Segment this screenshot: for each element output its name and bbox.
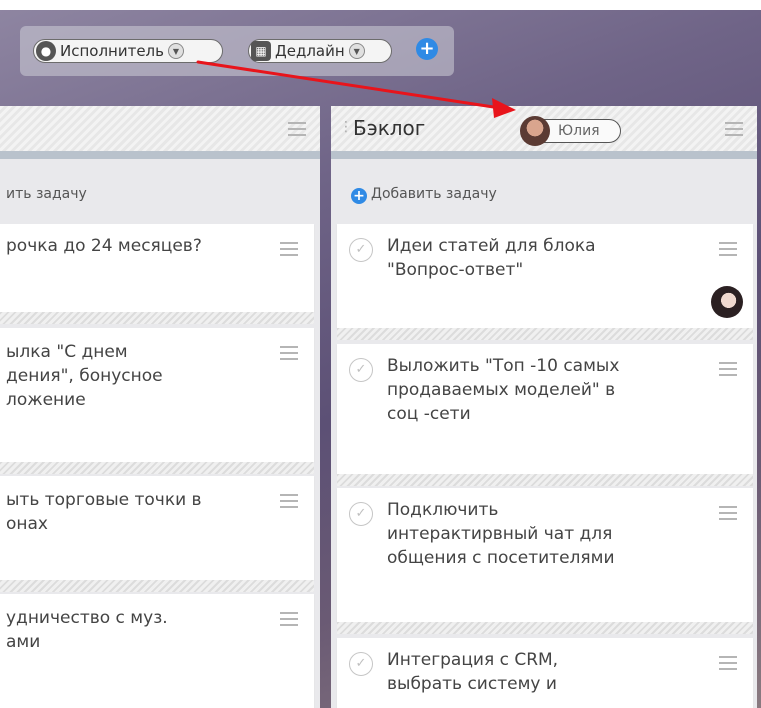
add-task-link[interactable]: + Добавить задачу <box>351 186 497 204</box>
assignee-filter-label: Исполнитель <box>60 42 164 60</box>
task-card[interactable]: ыть торговые точки в онах <box>0 476 314 580</box>
column-title: Бэклог <box>353 116 426 140</box>
task-card-text-line: Интеграция с CRM, <box>387 650 559 670</box>
column-header: ⋮⋮ Бэклог Юлия <box>331 106 757 151</box>
avatar <box>520 116 550 146</box>
column-backlog: ⋮⋮ Бэклог Юлия + Добавить задачу ✓ Идеи с… <box>331 106 757 708</box>
task-card-text-line: ложение <box>6 390 86 410</box>
deadline-filter[interactable]: ▦ Дедлайн ▼ <box>248 39 392 63</box>
task-card-text-line: Подключить <box>387 500 499 520</box>
user-chip-label: Юлия <box>558 123 600 139</box>
complete-checkbox-icon[interactable]: ✓ <box>349 238 373 262</box>
column-header-underline <box>331 151 757 159</box>
card-menu-icon[interactable] <box>280 494 298 508</box>
plus-icon: + <box>351 188 367 204</box>
column-header-underline <box>0 151 320 159</box>
filter-bar: ● Исполнитель ▼ ▦ Дедлайн ▼ + <box>20 26 454 76</box>
card-menu-icon[interactable] <box>719 242 737 256</box>
task-card-text-line: Идеи статей для блока <box>387 236 596 256</box>
task-card-text-line: удничество с муз. <box>6 608 168 628</box>
chevron-down-icon: ▼ <box>168 43 184 59</box>
calendar-icon: ▦ <box>251 41 271 61</box>
task-card-text-line: Выложить "Топ -10 самых <box>387 356 620 376</box>
card-menu-icon[interactable] <box>280 612 298 626</box>
card-separator <box>337 474 753 486</box>
task-card-text-line: рочка до 24 месяцев? <box>6 236 202 256</box>
add-task-link[interactable]: ить задачу <box>6 186 87 202</box>
card-separator <box>337 622 753 634</box>
user-chip[interactable]: Юлия <box>520 116 621 146</box>
column-menu-icon[interactable] <box>725 122 743 136</box>
task-card-text-line: "Вопрос-ответ" <box>387 260 524 280</box>
card-separator <box>0 462 314 474</box>
column-menu-icon[interactable] <box>288 122 306 136</box>
add-task-label: Добавить задачу <box>371 186 497 202</box>
task-card-text-line: общения с посетителями <box>387 548 615 568</box>
column-left: ить задачу рочка до 24 месяцев? ылка "С … <box>0 106 320 708</box>
task-card-text-line: онах <box>6 514 48 534</box>
top-strip <box>0 0 761 10</box>
person-icon: ● <box>36 41 56 61</box>
assignee-avatar[interactable] <box>711 286 743 318</box>
card-separator <box>337 328 753 340</box>
task-card-text-line: соц -сети <box>387 404 471 424</box>
card-menu-icon[interactable] <box>719 506 737 520</box>
card-separator <box>0 312 314 324</box>
complete-checkbox-icon[interactable]: ✓ <box>349 652 373 676</box>
task-card-text-line: интерактирвный чат для <box>387 524 613 544</box>
task-card-text-line: ыть торговые точки в <box>6 490 202 510</box>
task-card[interactable]: ✓ Подключить интерактирвный чат для обще… <box>337 488 753 622</box>
task-card-text-line: ами <box>6 632 41 652</box>
task-card[interactable]: ✓ Идеи статей для блока "Вопрос-ответ" <box>337 224 753 328</box>
card-separator <box>0 580 314 592</box>
task-card[interactable]: ✓ Выложить "Топ -10 самых продаваемых мо… <box>337 344 753 474</box>
card-menu-icon[interactable] <box>280 242 298 256</box>
chevron-down-icon: ▼ <box>348 43 365 59</box>
task-card-text-line: продаваемых моделей" в <box>387 380 616 400</box>
task-card[interactable]: ылка "С днем дения", бонусное ложение <box>0 328 314 462</box>
task-card-text-line: выбрать систему и <box>387 674 557 694</box>
column-header <box>0 106 320 151</box>
task-card-text-line: ылка "С днем <box>6 342 128 362</box>
add-filter-button[interactable]: + <box>416 38 438 60</box>
assignee-filter[interactable]: ● Исполнитель ▼ <box>33 39 223 63</box>
task-card[interactable]: рочка до 24 месяцев? <box>0 224 314 312</box>
complete-checkbox-icon[interactable]: ✓ <box>349 358 373 382</box>
card-menu-icon[interactable] <box>719 362 737 376</box>
task-card[interactable]: удничество с муз. ами <box>0 594 314 708</box>
card-menu-icon[interactable] <box>719 656 737 670</box>
card-menu-icon[interactable] <box>280 346 298 360</box>
deadline-filter-label: Дедлайн <box>275 42 345 60</box>
task-card-text-line: дения", бонусное <box>6 366 163 386</box>
complete-checkbox-icon[interactable]: ✓ <box>349 502 373 526</box>
task-card[interactable]: ✓ Интеграция с CRM, выбрать систему и <box>337 638 753 708</box>
